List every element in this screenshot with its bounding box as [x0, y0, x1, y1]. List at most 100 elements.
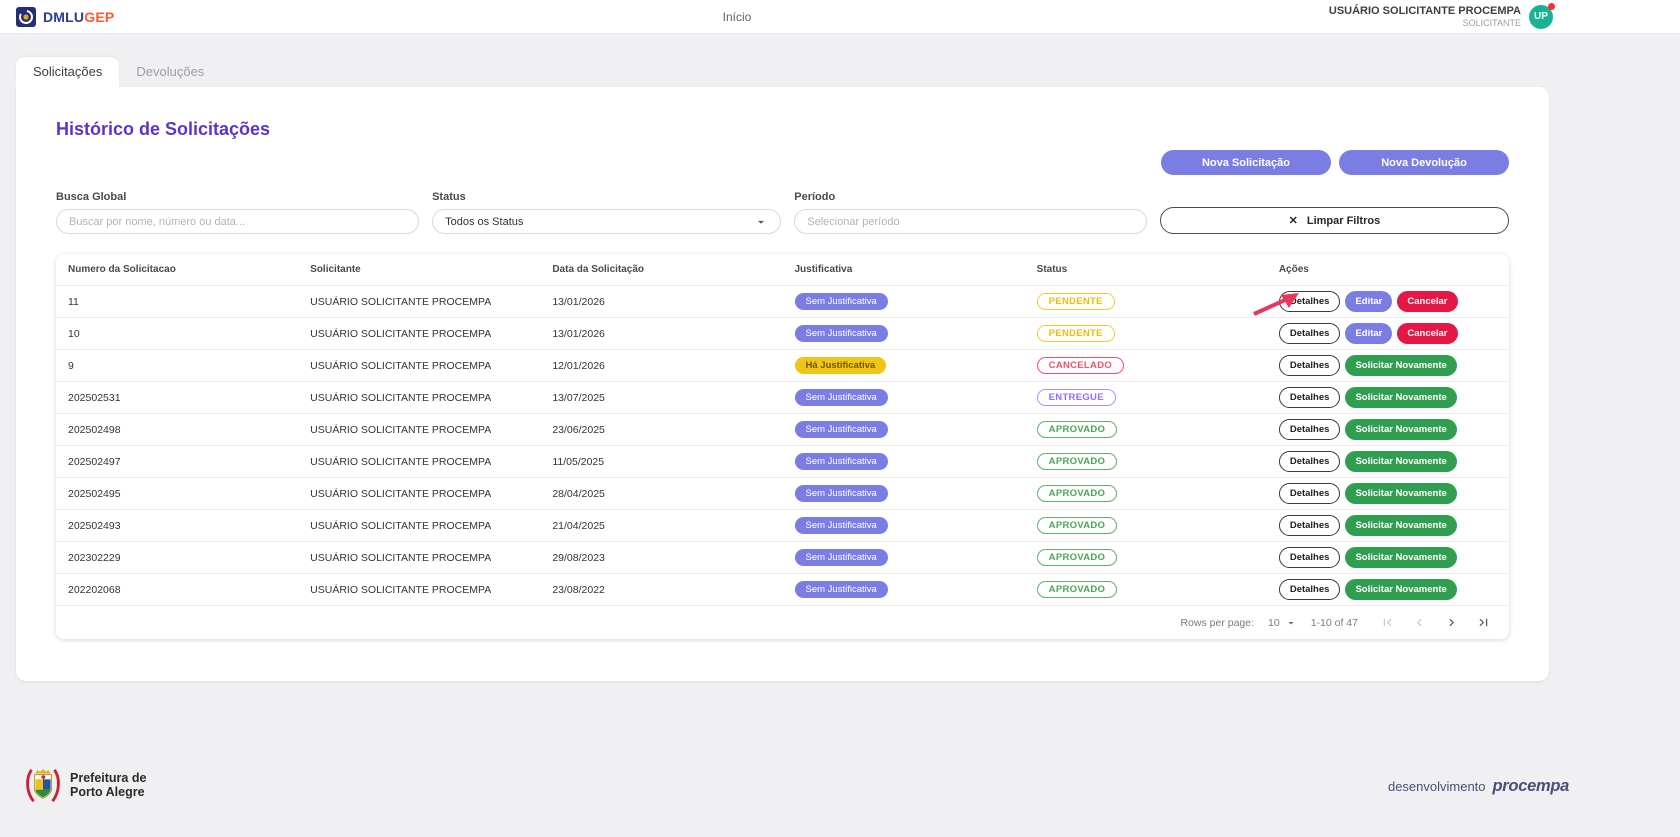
filters-bar: Busca Global Status Todos os Status Perí… [56, 191, 1509, 234]
column-header-numero: Numero da Solicitacao [56, 264, 298, 275]
solicitar-button[interactable]: Solicitar Novamente [1345, 355, 1456, 376]
detalhes-button[interactable]: Detalhes [1279, 291, 1341, 312]
global-search-label: Busca Global [56, 191, 419, 203]
cell-requester: USUÁRIO SOLICITANTE PROCEMPA [298, 456, 540, 468]
tab-bar: Solicitações Devoluções [16, 57, 1549, 87]
period-input[interactable] [794, 209, 1147, 234]
app-logo: DMLUGEP [16, 7, 114, 27]
nav-link-inicio[interactable]: Início [723, 10, 752, 24]
cell-request-number: 202202068 [56, 584, 298, 596]
solicitar-button[interactable]: Solicitar Novamente [1345, 483, 1456, 504]
solicitar-button[interactable]: Solicitar Novamente [1345, 387, 1456, 408]
cell-request-date: 28/04/2025 [540, 488, 782, 500]
detalhes-button[interactable]: Detalhes [1279, 483, 1341, 504]
justification-badge: Sem Justificativa [795, 389, 888, 406]
dmlu-emblem-icon [16, 7, 36, 27]
cell-request-number: 202502498 [56, 424, 298, 436]
justification-badge: Sem Justificativa [795, 517, 888, 534]
cancelar-button[interactable]: Cancelar [1397, 323, 1457, 344]
user-role: SOLICITANTE [1329, 18, 1521, 28]
tab-devolucoes[interactable]: Devoluções [119, 57, 221, 87]
detalhes-button[interactable]: Detalhes [1279, 355, 1341, 376]
solicitar-button[interactable]: Solicitar Novamente [1345, 515, 1456, 536]
cell-requester: USUÁRIO SOLICITANTE PROCEMPA [298, 424, 540, 436]
limpar-filtros-label: Limpar Filtros [1307, 215, 1380, 227]
footer-city-line1: Prefeitura de [70, 772, 146, 786]
status-badge: APROVADO [1037, 517, 1118, 534]
editar-button[interactable]: Editar [1345, 291, 1392, 312]
footer-city-line2: Porto Alegre [70, 786, 146, 800]
detalhes-button[interactable]: Detalhes [1279, 515, 1341, 536]
avatar[interactable]: UP [1529, 5, 1553, 29]
nova-devolucao-button[interactable]: Nova Devolução [1339, 150, 1509, 175]
avatar-initials: UP [1534, 11, 1548, 22]
column-header-status: Status [1025, 264, 1267, 275]
previous-page-button[interactable] [1412, 615, 1427, 630]
table-row: 202202068USUÁRIO SOLICITANTE PROCEMPA23/… [56, 573, 1509, 605]
justification-badge: Sem Justificativa [795, 549, 888, 566]
cell-request-date: 21/04/2025 [540, 520, 782, 532]
cell-request-number: 202302229 [56, 552, 298, 564]
cell-requester: USUÁRIO SOLICITANTE PROCEMPA [298, 392, 540, 404]
x-icon: ✕ [1289, 214, 1298, 227]
editar-button[interactable]: Editar [1345, 323, 1392, 344]
prefeitura-brand: Prefeitura de Porto Alegre [24, 765, 146, 807]
porto-alegre-coat-of-arms-icon [24, 765, 62, 807]
cell-request-number: 9 [56, 360, 298, 372]
chevron-down-icon [754, 215, 768, 229]
global-search-input[interactable] [56, 209, 419, 234]
detalhes-button[interactable]: Detalhes [1279, 323, 1341, 344]
rows-per-page-label: Rows per page: [1180, 617, 1254, 629]
cell-actions: DetalhesEditarCancelar [1267, 291, 1509, 312]
solicitar-button[interactable]: Solicitar Novamente [1345, 419, 1456, 440]
justification-badge: Há Justificativa [795, 357, 887, 374]
chevron-left-icon [1412, 615, 1427, 630]
main-panel: Histórico de Solicitações Nova Solicitaç… [16, 87, 1549, 681]
solicitar-button[interactable]: Solicitar Novamente [1345, 547, 1456, 568]
cell-actions: DetalhesSolicitar Novamente [1267, 387, 1509, 408]
developer-brand: desenvolvimento procempa [1388, 777, 1569, 796]
table-row: 202502497USUÁRIO SOLICITANTE PROCEMPA11/… [56, 445, 1509, 477]
table-row: 9USUÁRIO SOLICITANTE PROCEMPA12/01/2026H… [56, 349, 1509, 381]
cell-request-date: 11/05/2025 [540, 456, 782, 468]
cell-actions: DetalhesSolicitar Novamente [1267, 483, 1509, 504]
column-header-acoes: Ações [1267, 264, 1509, 275]
status-badge: PENDENTE [1037, 293, 1115, 310]
status-badge: APROVADO [1037, 485, 1118, 502]
cancelar-button[interactable]: Cancelar [1397, 291, 1457, 312]
cell-actions: DetalhesSolicitar Novamente [1267, 579, 1509, 600]
solicitar-button[interactable]: Solicitar Novamente [1345, 451, 1456, 472]
cell-request-date: 13/01/2026 [540, 328, 782, 340]
last-page-button[interactable] [1476, 615, 1491, 630]
next-page-button[interactable] [1444, 615, 1459, 630]
status-badge: APROVADO [1037, 581, 1118, 598]
detalhes-button[interactable]: Detalhes [1279, 547, 1341, 568]
solicitar-button[interactable]: Solicitar Novamente [1345, 579, 1456, 600]
status-badge: CANCELADO [1037, 357, 1124, 374]
table-body: 11USUÁRIO SOLICITANTE PROCEMPA13/01/2026… [56, 285, 1509, 605]
tab-solicitacoes[interactable]: Solicitações [16, 57, 119, 87]
justification-badge: Sem Justificativa [795, 581, 888, 598]
cell-actions: DetalhesSolicitar Novamente [1267, 451, 1509, 472]
table-row: 202502531USUÁRIO SOLICITANTE PROCEMPA13/… [56, 381, 1509, 413]
rows-per-page-value: 10 [1268, 617, 1280, 629]
cell-actions: DetalhesSolicitar Novamente [1267, 419, 1509, 440]
limpar-filtros-button[interactable]: ✕ Limpar Filtros [1160, 207, 1509, 234]
last-page-icon [1476, 615, 1491, 630]
requests-table: Numero da Solicitacao Solicitante Data d… [56, 254, 1509, 639]
first-page-icon [1380, 615, 1395, 630]
detalhes-button[interactable]: Detalhes [1279, 579, 1341, 600]
rows-per-page-select[interactable]: 10 [1268, 617, 1297, 629]
nova-solicitacao-button[interactable]: Nova Solicitação [1161, 150, 1331, 175]
procempa-logo-text: procempa [1493, 777, 1569, 796]
detalhes-button[interactable]: Detalhes [1279, 419, 1341, 440]
detalhes-button[interactable]: Detalhes [1279, 451, 1341, 472]
user-name: USUÁRIO SOLICITANTE PROCEMPA [1329, 5, 1521, 18]
status-select[interactable]: Todos os Status [432, 209, 781, 234]
status-badge: PENDENTE [1037, 325, 1115, 342]
first-page-button[interactable] [1380, 615, 1395, 630]
table-row: 202502498USUÁRIO SOLICITANTE PROCEMPA23/… [56, 413, 1509, 445]
cell-request-number: 202502531 [56, 392, 298, 404]
cell-requester: USUÁRIO SOLICITANTE PROCEMPA [298, 584, 540, 596]
detalhes-button[interactable]: Detalhes [1279, 387, 1341, 408]
